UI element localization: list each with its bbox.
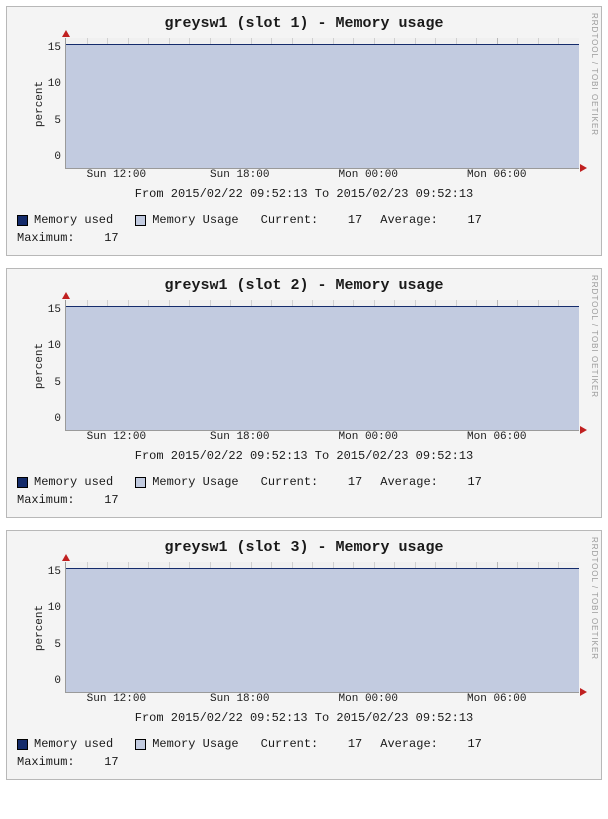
ytick: 10 xyxy=(48,340,61,352)
legend-swatch-icon xyxy=(17,739,28,750)
time-range-caption: From 2015/02/22 09:52:13 To 2015/02/23 0… xyxy=(15,449,593,463)
chart-title: greysw1 (slot 1) - Memory usage xyxy=(15,15,593,32)
legend-label: Memory Usage xyxy=(152,473,238,491)
tool-credit: RRDTOOL / TOBI OETIKER xyxy=(587,537,599,773)
x-axis: Sun 12:00 Sun 18:00 Mon 00:00 Mon 06:00 xyxy=(65,693,579,707)
legend-swatch-icon xyxy=(17,477,28,488)
xtick: Sun 18:00 xyxy=(210,169,269,181)
y-axis: 0 5 10 15 xyxy=(37,300,65,431)
stat-label: Current: xyxy=(261,475,319,489)
stat-value: 17 xyxy=(452,735,482,753)
plot-area xyxy=(65,300,579,431)
stat-label: Current: xyxy=(261,213,319,227)
plot-area xyxy=(65,562,579,693)
stat-value: 17 xyxy=(89,229,119,247)
stat-value: 17 xyxy=(332,473,362,491)
arrow-icon xyxy=(62,292,70,299)
x-axis: Sun 12:00 Sun 18:00 Mon 00:00 Mon 06:00 xyxy=(65,169,579,183)
ytick: 15 xyxy=(48,42,61,54)
xtick: Sun 12:00 xyxy=(87,169,146,181)
xtick: Sun 18:00 xyxy=(210,431,269,443)
arrow-icon xyxy=(580,164,587,172)
y-axis: 0 5 10 15 xyxy=(37,38,65,169)
time-range-caption: From 2015/02/22 09:52:13 To 2015/02/23 0… xyxy=(15,711,593,725)
tool-credit: RRDTOOL / TOBI OETIKER xyxy=(587,13,599,249)
legend: Memory used Memory Usage Current: 17 Average… xyxy=(15,735,593,771)
xtick: Mon 00:00 xyxy=(339,431,398,443)
legend-label: Memory Usage xyxy=(152,735,238,753)
arrow-icon xyxy=(62,30,70,37)
stat-label: Average: xyxy=(380,475,438,489)
series-memory-usage xyxy=(66,44,579,168)
ytick: 0 xyxy=(54,675,61,687)
xtick: Sun 12:00 xyxy=(87,693,146,705)
arrow-icon xyxy=(580,426,587,434)
ytick: 10 xyxy=(48,78,61,90)
stat-value: 17 xyxy=(452,473,482,491)
stat-label: Average: xyxy=(380,213,438,227)
chart-panel: RRDTOOL / TOBI OETIKERgreysw1 (slot 2) -… xyxy=(6,268,602,518)
xtick: Mon 06:00 xyxy=(467,693,526,705)
legend-swatch-icon xyxy=(135,215,146,226)
arrow-icon xyxy=(580,688,587,696)
stat-label: Maximum: xyxy=(17,755,75,769)
ytick: 0 xyxy=(54,151,61,163)
stat-value: 17 xyxy=(452,211,482,229)
ytick: 5 xyxy=(54,115,61,127)
ytick: 5 xyxy=(54,639,61,651)
legend-label: Memory used xyxy=(34,735,113,753)
series-memory-usage xyxy=(66,568,579,692)
legend-label: Memory Usage xyxy=(152,211,238,229)
chart-title: greysw1 (slot 3) - Memory usage xyxy=(15,539,593,556)
chart-panel: RRDTOOL / TOBI OETIKERgreysw1 (slot 3) -… xyxy=(6,530,602,780)
tool-credit: RRDTOOL / TOBI OETIKER xyxy=(587,275,599,511)
legend-swatch-icon xyxy=(135,477,146,488)
xtick: Sun 18:00 xyxy=(210,693,269,705)
legend-swatch-icon xyxy=(135,739,146,750)
legend: Memory used Memory Usage Current: 17 Average… xyxy=(15,473,593,509)
y-axis: 0 5 10 15 xyxy=(37,562,65,693)
stat-value: 17 xyxy=(89,491,119,509)
xtick: Mon 06:00 xyxy=(467,169,526,181)
ytick: 0 xyxy=(54,413,61,425)
stat-label: Average: xyxy=(380,737,438,751)
plot-area xyxy=(65,38,579,169)
time-range-caption: From 2015/02/22 09:52:13 To 2015/02/23 0… xyxy=(15,187,593,201)
ytick: 5 xyxy=(54,377,61,389)
series-memory-usage xyxy=(66,306,579,430)
stat-label: Current: xyxy=(261,737,319,751)
legend-label: Memory used xyxy=(34,473,113,491)
stat-label: Maximum: xyxy=(17,493,75,507)
xtick: Mon 00:00 xyxy=(339,169,398,181)
legend-swatch-icon xyxy=(17,215,28,226)
arrow-icon xyxy=(62,554,70,561)
ytick: 15 xyxy=(48,566,61,578)
xtick: Mon 00:00 xyxy=(339,693,398,705)
chart-title: greysw1 (slot 2) - Memory usage xyxy=(15,277,593,294)
ytick: 15 xyxy=(48,304,61,316)
legend: Memory used Memory Usage Current: 17 Average… xyxy=(15,211,593,247)
x-axis: Sun 12:00 Sun 18:00 Mon 00:00 Mon 06:00 xyxy=(65,431,579,445)
legend-label: Memory used xyxy=(34,211,113,229)
stat-value: 17 xyxy=(89,753,119,771)
ytick: 10 xyxy=(48,602,61,614)
stat-label: Maximum: xyxy=(17,231,75,245)
stat-value: 17 xyxy=(332,211,362,229)
xtick: Sun 12:00 xyxy=(87,431,146,443)
chart-panel: RRDTOOL / TOBI OETIKERgreysw1 (slot 1) -… xyxy=(6,6,602,256)
xtick: Mon 06:00 xyxy=(467,431,526,443)
stat-value: 17 xyxy=(332,735,362,753)
